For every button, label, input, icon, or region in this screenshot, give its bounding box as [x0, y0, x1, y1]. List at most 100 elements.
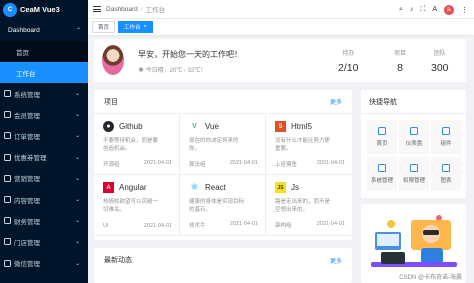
- projects-more-link[interactable]: 更多: [330, 97, 342, 106]
- dynamics-title: 最新动态: [104, 257, 132, 264]
- dynamics-card: 最新动态 更多: [94, 248, 352, 283]
- chevron-down-icon: ⌄: [74, 175, 80, 182]
- sidebar-item-wechat[interactable]: 微信管理 ⌄: [0, 253, 88, 274]
- bell-icon[interactable]: ♪: [410, 6, 414, 13]
- project-item[interactable]: 5 Html5 没有什么才能比努力更重要。 上班摸鱼 2021-04-01: [266, 114, 352, 175]
- app-logo[interactable]: C CeaM Vue3: [0, 0, 88, 19]
- tags-bar: 首页 工作台 ×: [88, 19, 474, 35]
- settings-icon: [4, 90, 11, 98]
- user-icon: [4, 111, 11, 119]
- stat-label: 待办: [342, 51, 355, 57]
- quick-nav-charts[interactable]: 图表: [431, 157, 461, 191]
- sidebar-group-dashboard[interactable]: Dashboard ⌃: [0, 19, 88, 41]
- sidebar-item-label: 优惠券管理: [14, 155, 47, 163]
- quick-nav-label: 组件: [440, 141, 452, 147]
- project-desc: 路是走出来的，而不是空想出来的。: [275, 199, 331, 213]
- language-icon[interactable]: A: [432, 6, 437, 13]
- sidebar-item-content[interactable]: 内容管理 ⌄: [0, 189, 88, 210]
- stat-team: 团队 300: [431, 48, 449, 74]
- breadcrumb-item[interactable]: Dashboard: [106, 6, 138, 13]
- menu-toggle-icon[interactable]: [93, 6, 101, 12]
- logo-icon: C: [3, 2, 17, 17]
- quick-nav-permissions[interactable]: 权限管理: [399, 157, 429, 191]
- quick-nav-system[interactable]: 系统管理: [367, 157, 397, 191]
- project-item[interactable]: A Angular 热情和欲望可以突破一切难关。 UI 2021-04-01: [94, 175, 180, 236]
- sidebar-item-home[interactable]: 首页: [0, 41, 88, 62]
- quick-nav-label: 图表: [440, 178, 452, 184]
- app-title: CeaM Vue3: [20, 5, 60, 14]
- project-item[interactable]: ⚛ React 健康的身体是实现目标的基石。 技术牛 2021-04-01: [180, 175, 266, 236]
- settings-icon: [378, 164, 386, 172]
- dynamics-more-link[interactable]: 更多: [330, 256, 342, 265]
- store-icon: [4, 238, 11, 246]
- quick-nav-label: 首页: [376, 141, 388, 147]
- greeting-text: 早安，开始您一天的工作吧！: [138, 50, 242, 59]
- sidebar-item-members[interactable]: 会员管理 ⌄: [0, 104, 88, 125]
- dashboard-icon: [410, 127, 418, 135]
- project-tag: 上班摸鱼: [275, 162, 298, 168]
- more-icon[interactable]: ⋮: [461, 6, 468, 14]
- top-bar: Dashboard / 工作台 ⌕ ♪ ⛶ A 头 ⋮: [88, 0, 474, 19]
- wechat-icon: [4, 259, 11, 267]
- avatar[interactable]: 头: [444, 4, 454, 15]
- project-date: 2021-04-01: [229, 160, 258, 166]
- quick-nav-components[interactable]: 组件: [431, 120, 461, 154]
- fullscreen-icon[interactable]: ⛶: [420, 6, 425, 14]
- project-date: 2021-04-01: [316, 160, 345, 166]
- github-icon: ●: [103, 121, 114, 132]
- stat-value: 8: [397, 62, 403, 74]
- project-desc: 健康的身体是实现目标的基石。: [189, 199, 245, 213]
- project-desc: 没有什么才能比努力更重要。: [275, 138, 331, 152]
- project-tag: 开源组: [103, 162, 120, 168]
- angular-icon: A: [103, 182, 114, 193]
- stat-value: 300: [431, 62, 449, 74]
- project-date: 2021-04-01: [143, 160, 172, 166]
- project-date: 2021-04-01: [316, 221, 345, 227]
- project-date: 2021-04-01: [143, 223, 172, 229]
- sidebar-item-workbench[interactable]: 工作台: [0, 62, 88, 83]
- project-item[interactable]: JS Js 路是走出来的，而不是空想出来的。 架构组 2021-04-01: [266, 175, 352, 236]
- user-avatar-image: [102, 45, 124, 75]
- js-icon: JS: [275, 182, 286, 193]
- close-icon[interactable]: ×: [144, 24, 147, 30]
- project-tag: 算法组: [189, 162, 206, 168]
- projects-card: 项目 更多 ● Github 不要等待机会，而是要创造机会。 开源组 2021-04…: [94, 90, 352, 240]
- sidebar-item-coupons[interactable]: 优惠券管理 ⌄: [0, 147, 88, 168]
- sidebar-item-marketing[interactable]: 营销管理 ⌄: [0, 168, 88, 189]
- breadcrumb-item-current: 工作台: [145, 7, 166, 14]
- projects-header: 项目 更多: [94, 90, 352, 114]
- sidebar-item-finance[interactable]: 财务管理 ⌄: [0, 210, 88, 231]
- tag-workbench[interactable]: 工作台 ×: [118, 21, 153, 33]
- sidebar-item-label: 微信管理: [14, 261, 40, 269]
- stat-projects: 项目 8: [394, 48, 406, 74]
- projects-title: 项目: [104, 98, 118, 106]
- quick-nav-home[interactable]: 首页: [367, 120, 397, 154]
- quick-nav-grid: 首页 仪表盘 组件 系统管理 权限管理 图表: [367, 120, 461, 191]
- sidebar-item-label: 系统管理: [14, 91, 40, 99]
- quick-nav-label: 权限管理: [402, 178, 425, 184]
- project-tag: 技术牛: [189, 223, 206, 229]
- sidebar-item-system[interactable]: 系统管理 ⌄: [0, 83, 88, 104]
- stat-todo: 待办 2/10: [338, 48, 358, 74]
- weather-label: 今日晴，20℃ - 32℃！: [145, 68, 207, 74]
- sidebar-item-stores[interactable]: 门店管理 ⌄: [0, 231, 88, 252]
- quick-nav-card: 快捷导航 首页 仪表盘 组件 系统管理 权限管理 图表: [361, 90, 466, 198]
- quick-nav-dashboard[interactable]: 仪表盘: [399, 120, 429, 154]
- projects-grid: ● Github 不要等待机会，而是要创造机会。 开源组 2021-04-01 VV…: [94, 114, 352, 236]
- sidebar-item-label: 门店管理: [14, 239, 40, 247]
- tag-label: 工作台: [124, 25, 141, 31]
- watermark-text: CSDN @卡布奇诺-海晨: [399, 275, 462, 281]
- sidebar-item-label: 订单管理: [14, 133, 40, 141]
- project-item[interactable]: V Vue 现在的你决定将来的你。 算法组 2021-04-01: [180, 114, 266, 175]
- weather-icon: ☀: [138, 68, 146, 74]
- project-desc: 不要等待机会，而是要创造机会。: [103, 138, 159, 152]
- tag-home[interactable]: 首页: [92, 21, 116, 33]
- project-date: 2021-04-01: [229, 221, 258, 227]
- chart-icon: [442, 164, 450, 172]
- chevron-down-icon: ⌄: [74, 133, 80, 140]
- search-icon[interactable]: ⌕: [399, 6, 403, 14]
- project-item[interactable]: ● Github 不要等待机会，而是要创造机会。 开源组 2021-04-01: [94, 114, 180, 175]
- sidebar-item-label: 营销管理: [14, 176, 40, 184]
- sidebar-item-orders[interactable]: 订单管理 ⌄: [0, 125, 88, 146]
- stat-value: 2/10: [338, 62, 359, 74]
